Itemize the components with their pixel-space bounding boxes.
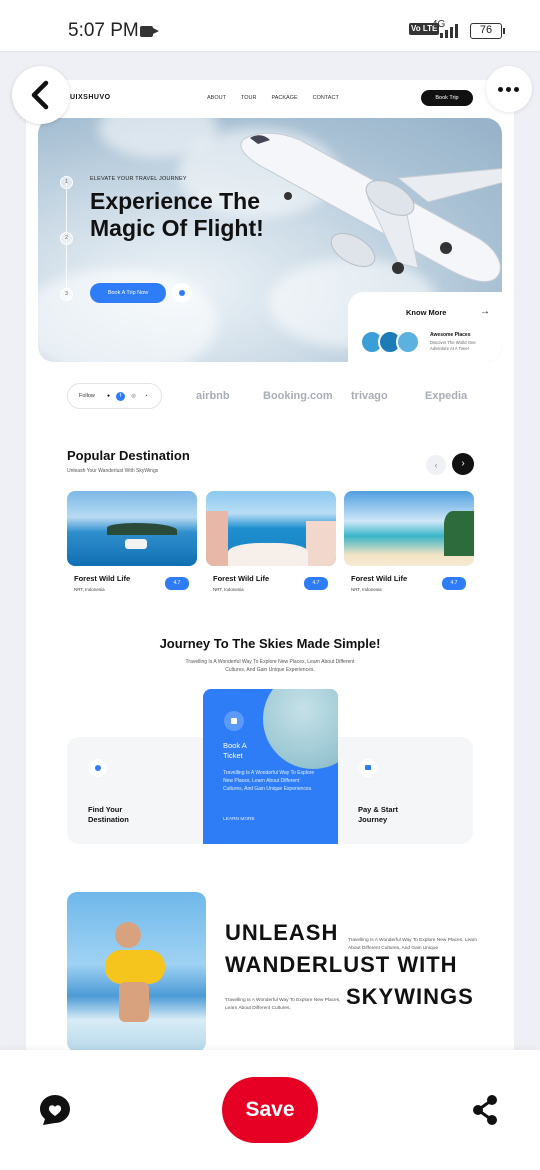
brand-booking: Booking.com xyxy=(263,390,333,402)
site-logo: UIXSHUVO xyxy=(70,94,111,101)
pin-image[interactable]: UIXSHUVO ABOUT TOUR PACKAGE CONTACT Book… xyxy=(26,80,514,1050)
journey-subtitle: Travelling Is A Wonderful Way To Explore… xyxy=(185,659,355,673)
card-rating: 4.7 xyxy=(442,577,466,590)
hero-section: 1 2 3 ELEVATE YOUR TRAVEL JOURNEY Experi… xyxy=(38,118,502,362)
ticket-icon xyxy=(224,711,244,731)
card-name: Forest Wild Life xyxy=(351,574,408,583)
step-3: 3 xyxy=(60,288,73,301)
awesome-places-title: Awesome Places xyxy=(430,332,471,338)
step-2: 2 xyxy=(60,232,73,245)
step-1: 1 xyxy=(60,176,73,189)
unleash-line-2: WANDERLUST WITH xyxy=(225,952,458,977)
share-icon xyxy=(473,1095,497,1125)
card-name: Forest Wild Life xyxy=(74,574,131,583)
more-options-button[interactable] xyxy=(486,66,532,112)
card-location: NRT, Indonesia xyxy=(74,587,105,592)
hero-headline: Experience The Magic Of Flight! xyxy=(90,188,264,241)
popular-title: Popular Destination xyxy=(67,448,190,463)
destination-card: Forest Wild Life NRT, Indonesia 4.7 xyxy=(206,491,336,601)
destination-image xyxy=(67,491,197,566)
journey-title: Journey To The Skies Made Simple! xyxy=(159,636,381,651)
location-icon xyxy=(89,759,107,777)
chevron-left-icon xyxy=(31,80,49,110)
unleash-text-2: Travelling Is A Wonderful Way To Explore… xyxy=(225,998,341,1011)
card-name: Forest Wild Life xyxy=(213,574,270,583)
reactions-button[interactable] xyxy=(37,1092,73,1128)
instagram-icon: ◎ xyxy=(131,393,136,399)
battery-icon: 76 xyxy=(470,23,505,39)
brand-trivago: trivago xyxy=(351,390,388,402)
unleash-line-3: SKYWINGS xyxy=(346,984,474,1009)
know-more-label: Know More xyxy=(406,308,447,317)
book-a-trip-button: Book A Trip Now xyxy=(90,283,166,303)
heart-bubble-icon xyxy=(40,1095,70,1125)
chevron-left-icon: ‹ xyxy=(426,455,446,475)
nav-contact: CONTACT xyxy=(312,95,339,101)
destination-card: Forest Wild Life NRT, Indonesia 4.7 xyxy=(344,491,474,601)
book-ticket-title: Book A Ticket xyxy=(223,741,247,760)
child-beach-image xyxy=(67,892,206,1050)
linkedin-icon: ▪ xyxy=(145,393,148,399)
card-rating: 4.7 xyxy=(165,577,189,590)
card-rating: 4.7 xyxy=(304,577,328,590)
destination-card: Forest Wild Life NRT, Indonesia 4.7 xyxy=(67,491,197,601)
know-more-card: Know More → Awesome Places Discover The … xyxy=(348,292,502,362)
book-trip-button: Book Trip xyxy=(421,90,473,106)
action-bar: Save xyxy=(0,1050,540,1170)
back-button[interactable] xyxy=(12,66,70,124)
nav-about: ABOUT xyxy=(207,95,226,101)
unleash-line-1: UNLEASH xyxy=(225,920,339,945)
signal-icon xyxy=(440,24,464,38)
follow-pill: Follow ● f ◎ ▪ xyxy=(67,383,162,409)
status-time: 5:07 PM xyxy=(68,20,139,41)
pin-viewer: UIXSHUVO ABOUT TOUR PACKAGE CONTACT Book… xyxy=(0,52,540,1050)
video-camera-icon xyxy=(140,26,159,37)
nav-links: ABOUT TOUR PACKAGE CONTACT xyxy=(207,95,339,101)
card-location: NRT, Indonesia xyxy=(351,587,382,592)
share-button[interactable] xyxy=(468,1092,502,1128)
brand-expedia: Expedia xyxy=(425,390,468,402)
play-icon xyxy=(172,283,192,303)
popular-subtitle: Unleash Your Wanderlust With SkyWings xyxy=(67,468,159,474)
destination-image xyxy=(206,491,336,566)
save-button[interactable]: Save xyxy=(222,1077,318,1143)
site-nav: UIXSHUVO ABOUT TOUR PACKAGE CONTACT Book… xyxy=(26,80,514,120)
nav-tour: TOUR xyxy=(240,95,257,101)
arrow-right-icon: → xyxy=(480,306,490,317)
payment-icon xyxy=(359,759,377,777)
twitter-icon: ● xyxy=(106,393,111,399)
find-destination-label: Find Your Destination xyxy=(88,805,129,824)
book-ticket-card: Book A Ticket Travelling Is A Wonderful … xyxy=(203,689,338,844)
awesome-places-sub: Discover The World One Adventure At A Ti… xyxy=(430,340,476,351)
book-ticket-desc: Travelling Is A Wonderful Way To Explore… xyxy=(223,770,315,792)
status-bar: 5:07 PM Vo LTE 4G 76 xyxy=(0,0,540,52)
nav-package: PACKAGE xyxy=(271,95,298,101)
brand-airbnb: airbnb xyxy=(196,390,230,402)
card-location: NRT, Indonesia xyxy=(213,587,244,592)
chevron-right-icon: › xyxy=(452,453,474,475)
learn-more-link: LEARN MORE xyxy=(223,817,255,822)
pay-start-label: Pay & Start Journey xyxy=(358,805,399,824)
hero-eyebrow: ELEVATE YOUR TRAVEL JOURNEY xyxy=(90,176,187,182)
facebook-icon: f xyxy=(116,392,125,401)
unleash-text-1: Travelling Is A Wonderful Way To Explore… xyxy=(348,938,478,951)
destination-image xyxy=(344,491,474,566)
follow-label: Follow xyxy=(79,393,95,399)
aerial-beach-image xyxy=(263,689,338,769)
